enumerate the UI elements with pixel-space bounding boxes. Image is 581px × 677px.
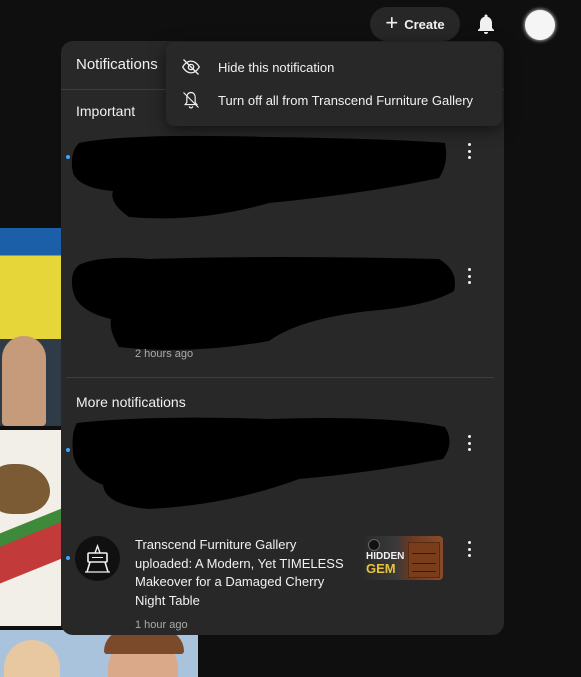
- thumbnail-person: [2, 336, 46, 426]
- menu-item-label: Turn off all from Transcend Furniture Ga…: [218, 92, 474, 108]
- more-options-icon[interactable]: [461, 266, 477, 286]
- notification-context-menu: Hide this notification Turn off all from…: [166, 42, 502, 126]
- section-divider: [66, 377, 494, 378]
- create-label: Create: [404, 16, 445, 32]
- notification-text-line: uploaded: A Modern, Yet TIMELESS: [135, 555, 344, 571]
- more-options-icon[interactable]: [461, 539, 477, 559]
- notifications-panel: Notifications Important 2 hours ago More…: [61, 41, 504, 635]
- background-video-thumbnail[interactable]: [0, 430, 61, 626]
- plus-icon: +: [385, 10, 399, 35]
- section-more-label: More notifications: [76, 394, 186, 410]
- menu-item-hide-notification[interactable]: Hide this notification: [166, 50, 502, 84]
- panel-title: Notifications: [76, 56, 158, 73]
- redacted-content: [72, 417, 450, 509]
- channel-avatar[interactable]: [75, 536, 120, 581]
- notification-text-line: Night Table: [135, 592, 200, 608]
- notification-text-line: Makeover for a Damaged Cherry: [135, 574, 325, 589]
- notification-text-line: Transcend Furniture Gallery: [135, 537, 297, 552]
- furniture-logo-icon: [85, 543, 110, 573]
- dresser-image: [408, 542, 440, 578]
- bell-off-icon: [183, 91, 199, 109]
- unread-dot: [66, 556, 70, 560]
- notification-item[interactable]: [61, 413, 504, 513]
- create-button[interactable]: + Create: [370, 7, 460, 41]
- account-avatar[interactable]: [525, 10, 555, 40]
- notification-text: Transcend Furniture Gallery uploaded: A …: [135, 536, 355, 610]
- flag-bear: [0, 464, 50, 514]
- thumbnail-person: [4, 640, 60, 677]
- background-video-thumbnail[interactable]: [0, 630, 198, 677]
- eye-off-icon: [181, 59, 201, 75]
- notification-item[interactable]: Transcend Furniture Gallery uploaded: A …: [61, 531, 504, 635]
- notification-item[interactable]: 2 hours ago: [61, 251, 504, 366]
- more-options-icon[interactable]: [461, 433, 477, 453]
- video-thumbnail[interactable]: HIDDEN GEM: [364, 536, 443, 580]
- redacted-content: [71, 257, 455, 350]
- section-important-label: Important: [76, 103, 136, 119]
- notification-time: 1 hour ago: [135, 619, 188, 631]
- more-options-icon[interactable]: [461, 141, 477, 161]
- thumbnail-text-line: GEM: [366, 561, 396, 576]
- background-video-thumbnail[interactable]: [0, 228, 61, 426]
- notification-item[interactable]: [61, 133, 504, 241]
- channel-logo-icon: [368, 539, 380, 551]
- redacted-content: [71, 135, 447, 219]
- bell-icon[interactable]: [474, 12, 498, 36]
- notification-time: 2 hours ago: [135, 348, 194, 360]
- menu-item-label: Hide this notification: [218, 59, 335, 75]
- menu-item-turn-off-channel[interactable]: Turn off all from Transcend Furniture Ga…: [166, 83, 502, 117]
